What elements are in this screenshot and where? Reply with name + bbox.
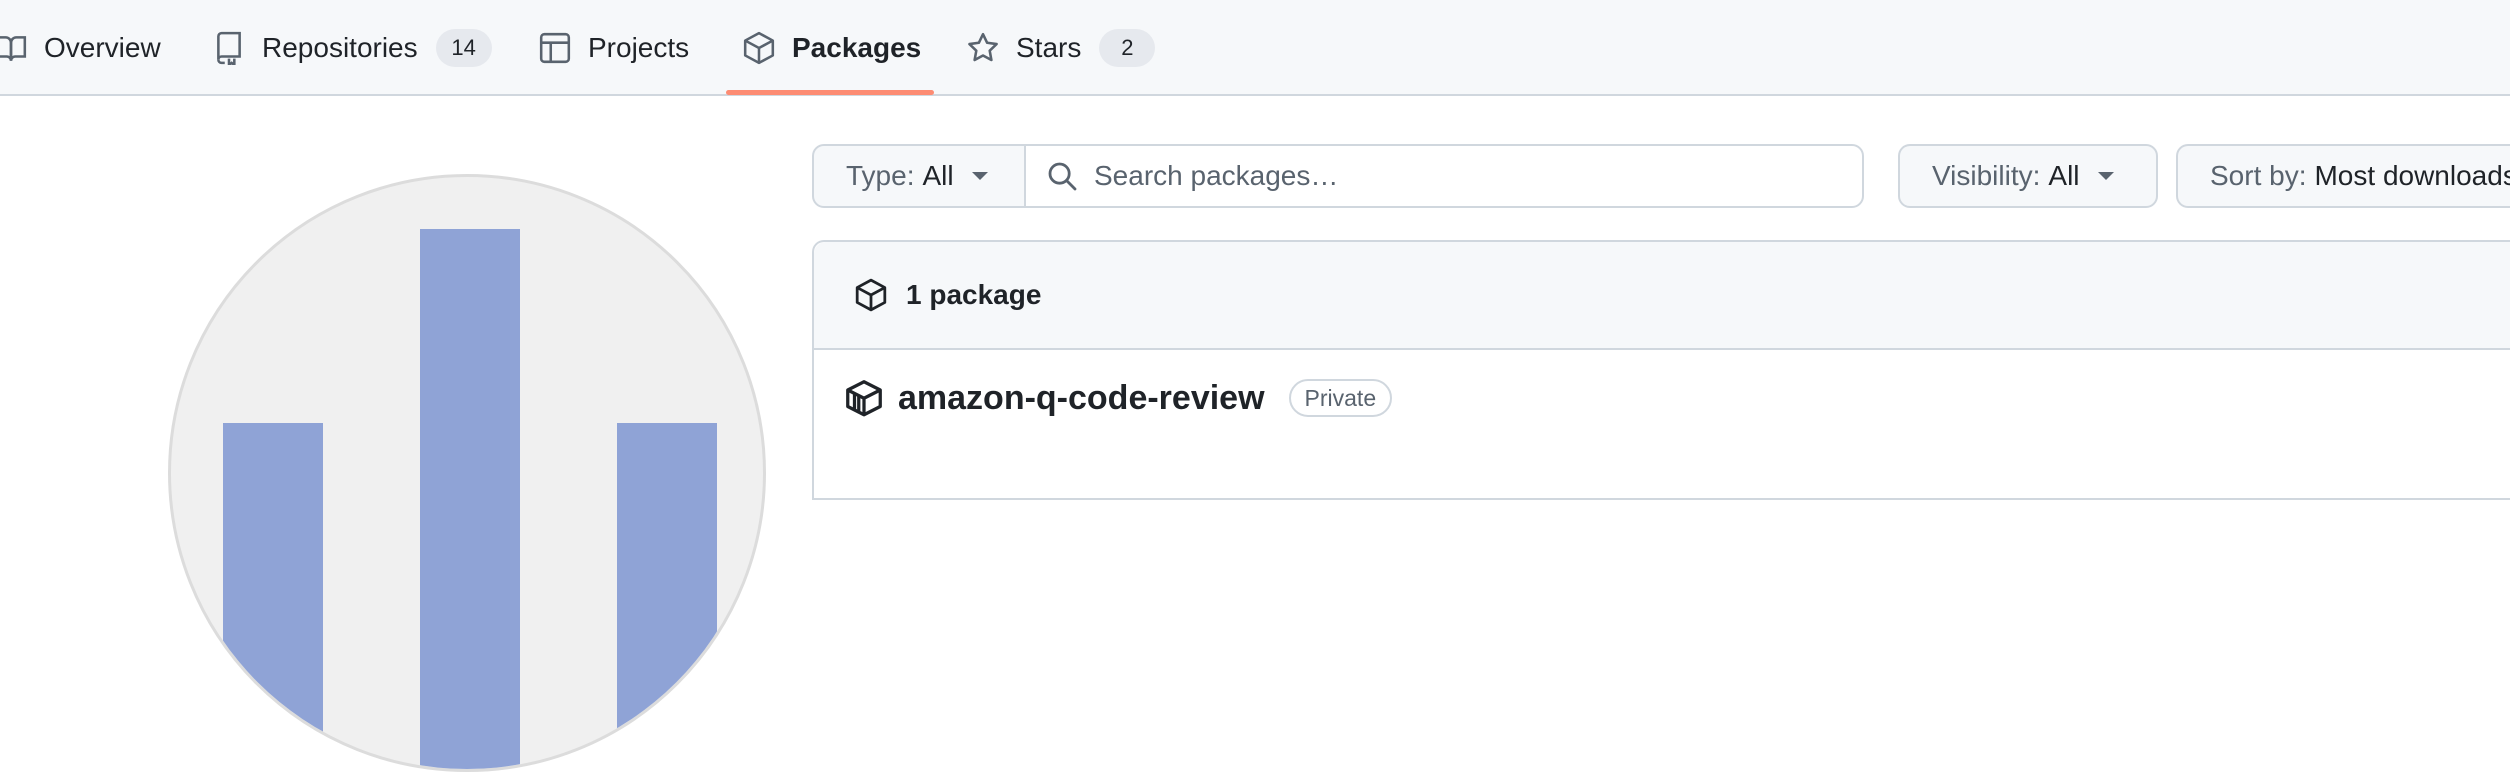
search-packages[interactable]: [1024, 144, 1864, 208]
visibility-filter-button[interactable]: Visibility: All: [1898, 144, 2158, 208]
tab-packages[interactable]: Packages: [742, 0, 921, 96]
tab-label: Stars: [1016, 32, 1082, 63]
type-filter-value: All: [922, 160, 954, 191]
profile-tab-nav: Overview Repositories 14 Projects Packag…: [0, 0, 2510, 96]
tab-label: Projects: [588, 32, 690, 63]
repositories-count-badge: 14: [435, 29, 492, 67]
repo-icon: [212, 31, 246, 65]
tab-projects[interactable]: Projects: [538, 0, 689, 96]
search-input[interactable]: [1092, 159, 1852, 193]
tab-overview[interactable]: Overview: [0, 0, 161, 96]
avatar-pattern-bar: [223, 423, 323, 769]
package-icon: [854, 278, 888, 312]
sort-button[interactable]: Sort by: Most downloads: [2176, 144, 2510, 208]
package-count: 1 package: [906, 279, 1042, 310]
caret-down-icon: [971, 172, 988, 180]
visibility-filter-value: All: [2048, 160, 2080, 191]
tab-label: Repositories: [262, 32, 418, 63]
container-icon: [844, 378, 884, 418]
package-name-link[interactable]: amazon-q-code-review: [898, 379, 1265, 418]
tab-repositories[interactable]: Repositories 14: [212, 0, 492, 96]
visibility-filter-key: Visibility:: [1932, 160, 2041, 191]
type-filter-button[interactable]: Type: All: [812, 144, 1026, 208]
sort-key: Sort by:: [2210, 160, 2307, 191]
packages-box-header: 1 package: [814, 242, 2510, 350]
stars-count-badge: 2: [1099, 29, 1156, 67]
active-tab-underline: [726, 90, 934, 95]
avatar: [168, 174, 766, 772]
list-item: amazon-q-code-review Private: [814, 378, 2510, 418]
table-icon: [538, 31, 572, 65]
avatar-pattern-bar: [617, 423, 717, 769]
sort-value: Most downloads: [2314, 160, 2510, 191]
avatar-pattern-bar: [420, 229, 520, 769]
tab-label: Packages: [792, 32, 922, 63]
package-icon: [742, 31, 776, 65]
tab-stars[interactable]: Stars 2: [966, 0, 1156, 96]
visibility-badge: Private: [1288, 379, 1393, 417]
search-icon: [1046, 160, 1078, 192]
type-filter-key: Type:: [846, 160, 915, 191]
book-icon: [0, 31, 28, 65]
star-icon: [966, 31, 1000, 65]
tab-label: Overview: [44, 32, 161, 63]
caret-down-icon: [2097, 172, 2114, 180]
packages-box: 1 package amazon-q-code-review Private: [812, 240, 2510, 500]
